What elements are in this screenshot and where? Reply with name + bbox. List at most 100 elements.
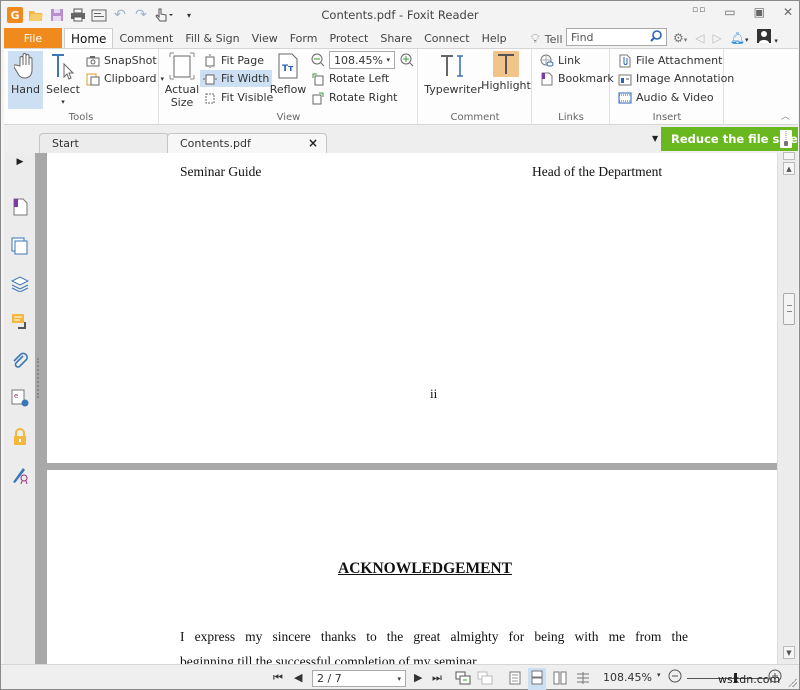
forward-arrow-icon[interactable]: ▷	[713, 31, 722, 45]
image-annotation-icon	[618, 72, 632, 86]
fit-visible-button[interactable]: Fit Visible	[200, 89, 276, 106]
scroll-up-button[interactable]: ▲	[783, 162, 795, 175]
splitter-grip-icon[interactable]	[37, 358, 39, 398]
hand-label: Hand	[11, 83, 40, 96]
select-dropdown-icon[interactable]: ▾	[61, 96, 65, 109]
resize-grip-icon[interactable]	[788, 678, 797, 687]
highlight-icon	[493, 51, 519, 77]
audio-video-button[interactable]: Audio & Video	[615, 89, 717, 106]
close-button[interactable]: ✕	[783, 5, 793, 19]
select-label: Select	[46, 83, 80, 96]
tab-share[interactable]: Share	[374, 28, 418, 48]
notification-bell-icon[interactable]: 🔔︎▾	[730, 31, 749, 45]
view-group: Actual Size Fit Page Fit Width Fit Visib…	[160, 49, 418, 125]
minimize-button[interactable]: ▭	[724, 5, 735, 19]
reflow-button[interactable]: Tт Reflow	[270, 51, 306, 96]
continuous-view-icon[interactable]	[528, 668, 546, 690]
tools-group: Hand Select ▾ SnapShot Clipboard ▾ Tools	[4, 49, 164, 125]
back-arrow-icon[interactable]: ◁	[695, 31, 704, 45]
comments-panel-icon[interactable]	[11, 313, 29, 331]
link-button[interactable]: Link	[537, 52, 584, 69]
zoom-level-value: 108.45%	[334, 53, 383, 67]
pages-panel-icon[interactable]	[11, 237, 29, 255]
vertical-scrollbar[interactable]: ▲ ▼	[777, 152, 798, 664]
highlight-button[interactable]: Highlight	[481, 51, 531, 92]
single-page-view-icon[interactable]	[509, 671, 521, 688]
rotate-left-button[interactable]: Rotate Left	[308, 70, 392, 87]
signature-panel-icon[interactable]: e	[11, 389, 29, 407]
zoom-in-icon[interactable]	[400, 53, 414, 70]
next-page-icon[interactable]: ▶	[414, 671, 422, 684]
attachments-panel-icon[interactable]	[11, 352, 29, 370]
fit-visible-label: Fit Visible	[221, 91, 274, 104]
search-icon[interactable]	[650, 29, 662, 45]
user-account-icon[interactable]: ▾	[756, 29, 778, 46]
security-lock-icon[interactable]	[11, 428, 29, 446]
actual-size-label-1: Actual	[164, 83, 200, 96]
nav-pane-splitter[interactable]	[35, 153, 47, 664]
zoom-dropdown-icon[interactable]: ▾	[386, 56, 390, 64]
tab-connect[interactable]: Connect	[418, 28, 475, 48]
hand-tool-button[interactable]: Hand	[8, 51, 43, 109]
reduce-file-size-label: Reduce the file size	[671, 132, 798, 146]
tab-form[interactable]: Form	[284, 28, 324, 48]
acknowledgement-paragraph-line-2: beginning till the successful completion…	[180, 654, 480, 664]
previous-page-icon[interactable]: ◀	[294, 671, 302, 684]
tab-view[interactable]: View	[246, 28, 284, 48]
svg-text:e: e	[14, 392, 18, 400]
tab-start-label: Start	[52, 137, 79, 150]
snapshot-button[interactable]: SnapShot	[83, 52, 160, 69]
facing-view-icon[interactable]	[553, 671, 567, 688]
bookmark-button[interactable]: Bookmark	[537, 70, 617, 87]
status-zoom-out-icon[interactable]	[668, 669, 682, 686]
clipboard-button[interactable]: Clipboard ▾	[83, 70, 167, 87]
fit-page-button[interactable]: Fit Page	[200, 52, 267, 69]
fit-width-button[interactable]: Fit Width	[200, 70, 273, 87]
ribbon-display-icon[interactable]: ▫▫	[692, 5, 706, 19]
tab-contents-pdf[interactable]: Contents.pdf ×	[167, 133, 327, 153]
file-attachment-button[interactable]: File Attachment	[615, 52, 725, 69]
tab-home[interactable]: Home	[64, 28, 114, 48]
pdf-page-1: Seminar Guide Head of the Department ii	[47, 153, 777, 463]
expand-nav-icon[interactable]: ▶	[11, 153, 29, 171]
tab-help[interactable]: Help	[476, 28, 513, 48]
document-viewport[interactable]: Seminar Guide Head of the Department ii …	[47, 153, 777, 664]
continuous-facing-view-icon[interactable]	[576, 671, 590, 688]
file-menu-tab[interactable]: File	[4, 28, 62, 48]
tab-start[interactable]: Start	[39, 133, 169, 153]
tab-comment[interactable]: Comment	[113, 28, 179, 48]
tab-protect[interactable]: Protect	[323, 28, 374, 48]
zoom-status-dropdown-icon[interactable]: ▾	[657, 671, 661, 679]
close-tab-icon[interactable]: ×	[308, 136, 318, 150]
scroll-thumb[interactable]	[783, 293, 795, 325]
navigation-pane: ▶ e	[4, 153, 35, 664]
select-tool-button[interactable]: Select ▾	[46, 51, 80, 109]
image-annotation-button[interactable]: Image Annotation	[615, 70, 737, 87]
window-controls: ▫▫ ▭ ▣ ✕	[692, 5, 793, 19]
tab-list-dropdown-icon[interactable]: ▼	[652, 134, 658, 143]
first-page-icon[interactable]: ⏮︎	[273, 671, 283, 685]
zoom-status-value[interactable]: 108.45%	[603, 671, 652, 684]
split-view-handle[interactable]	[783, 152, 795, 160]
zoom-out-icon[interactable]	[311, 53, 325, 70]
bookmarks-panel-icon[interactable]	[11, 198, 29, 216]
page-number-input[interactable]: 2 / 7 ▾	[312, 670, 406, 687]
rotate-right-button[interactable]: Rotate Right	[308, 89, 400, 106]
certificate-signature-icon[interactable]	[11, 466, 29, 484]
collapse-ribbon-icon[interactable]: ︿	[781, 109, 790, 122]
scroll-down-button[interactable]: ▼	[783, 646, 795, 659]
page-dropdown-icon[interactable]: ▾	[397, 675, 401, 683]
next-view-icon[interactable]	[477, 671, 493, 688]
tab-fill-sign[interactable]: Fill & Sign	[179, 28, 245, 48]
settings-gear-icon[interactable]: ⚙︎▾	[673, 31, 687, 45]
zoom-level-select[interactable]: 108.45% ▾	[329, 51, 395, 69]
layers-panel-icon[interactable]	[11, 275, 29, 293]
previous-view-icon[interactable]	[455, 671, 471, 688]
reduce-file-size-button[interactable]: Reduce the file size	[661, 127, 798, 151]
maximize-button[interactable]: ▣	[754, 5, 765, 19]
find-input[interactable]: Find	[566, 28, 667, 46]
audio-video-label: Audio & Video	[636, 91, 714, 104]
actual-size-button[interactable]: Actual Size	[164, 51, 200, 109]
last-page-icon[interactable]: ⏭︎	[432, 671, 442, 685]
typewriter-button[interactable]: Typewriter	[424, 51, 482, 96]
